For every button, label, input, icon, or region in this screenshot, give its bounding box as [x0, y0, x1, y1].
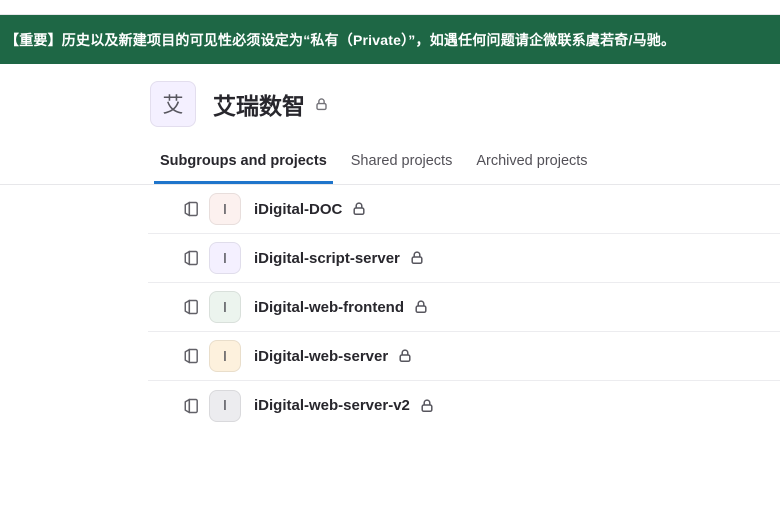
project-avatar: I [209, 390, 241, 422]
group-avatar: 艾 [150, 81, 196, 127]
group-header: 艾 艾瑞数智 [150, 81, 780, 127]
project-list: I iDigital-DOC I iDigital-script-server [148, 185, 780, 430]
project-avatar-letter: I [223, 299, 227, 316]
project-avatar: I [209, 340, 241, 372]
project-cube-icon [182, 397, 200, 415]
lock-icon [314, 97, 329, 112]
lock-icon [419, 398, 435, 414]
top-strip [0, 0, 780, 15]
project-avatar-letter: I [223, 201, 227, 218]
project-row[interactable]: I iDigital-DOC [148, 185, 780, 234]
group-title: 艾瑞数智 [213, 87, 305, 121]
group-tabs: Subgroups and projects Shared projects A… [0, 153, 780, 185]
project-name-link[interactable]: iDigital-web-frontend [254, 299, 404, 316]
project-row[interactable]: I iDigital-script-server [148, 234, 780, 283]
broadcast-banner-text: 【重要】历史以及新建项目的可见性必须设定为“私有（Private）”，如遇任何问… [5, 30, 675, 50]
project-avatar: I [209, 291, 241, 323]
group-avatar-letter: 艾 [163, 89, 184, 119]
project-name-link[interactable]: iDigital-script-server [254, 250, 400, 267]
project-name-link[interactable]: iDigital-web-server-v2 [254, 397, 410, 414]
project-avatar-letter: I [223, 348, 227, 365]
project-cube-icon [182, 249, 200, 267]
broadcast-banner: 【重要】历史以及新建项目的可见性必须设定为“私有（Private）”，如遇任何问… [0, 15, 780, 64]
gitlab-group-page: 【重要】历史以及新建项目的可见性必须设定为“私有（Private）”，如遇任何问… [0, 0, 780, 509]
project-avatar-letter: I [223, 250, 227, 267]
lock-icon [351, 201, 367, 217]
project-cube-icon [182, 200, 200, 218]
tab-subgroups-and-projects[interactable]: Subgroups and projects [154, 153, 333, 184]
project-cube-icon [182, 347, 200, 365]
project-name-link[interactable]: iDigital-DOC [254, 201, 342, 218]
project-avatar-letter: I [223, 397, 227, 414]
lock-icon [409, 250, 425, 266]
lock-icon [397, 348, 413, 364]
project-row[interactable]: I iDigital-web-server [148, 332, 780, 381]
project-name-link[interactable]: iDigital-web-server [254, 348, 388, 365]
project-avatar: I [209, 242, 241, 274]
project-cube-icon [182, 298, 200, 316]
lock-icon [413, 299, 429, 315]
project-avatar: I [209, 193, 241, 225]
tab-shared-projects[interactable]: Shared projects [345, 153, 459, 184]
tab-archived-projects[interactable]: Archived projects [470, 153, 593, 184]
project-row[interactable]: I iDigital-web-frontend [148, 283, 780, 332]
project-row[interactable]: I iDigital-web-server-v2 [148, 381, 780, 430]
